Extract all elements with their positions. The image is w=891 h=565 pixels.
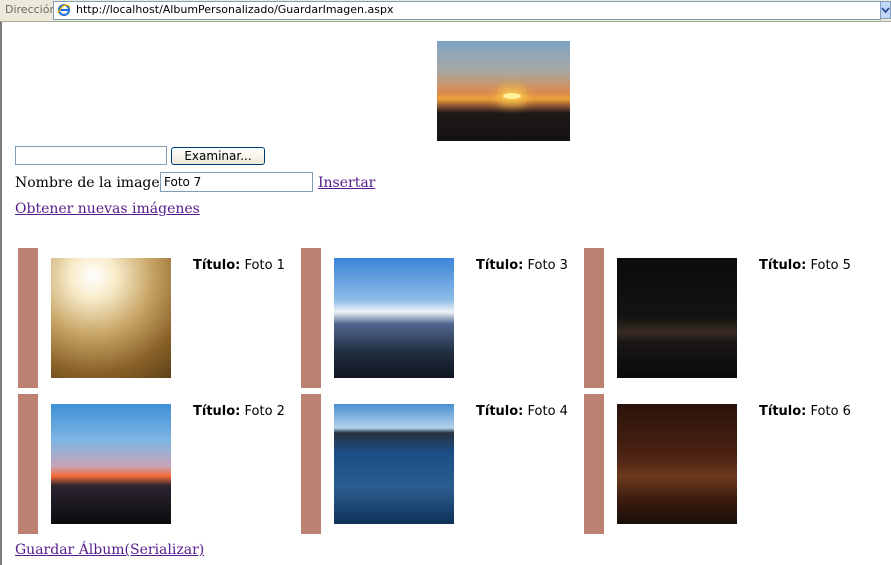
save-album-link[interactable]: Guardar Álbum(Serializar) — [15, 542, 204, 558]
card-bar — [18, 394, 38, 534]
title-value: Foto 6 — [810, 404, 851, 419]
window-edge — [0, 22, 2, 565]
address-bar: Dirección http://localhost/AlbumPersonal… — [0, 0, 891, 22]
ie-page-icon — [57, 4, 71, 16]
title-prefix: Título: — [476, 404, 524, 419]
card-bar — [301, 248, 321, 388]
photo-card: Título: Foto 5 — [581, 248, 864, 388]
title-prefix: Título: — [193, 258, 241, 273]
photo-thumbnail[interactable] — [51, 258, 171, 378]
obtain-images-link[interactable]: Obtener nuevas imágenes — [15, 201, 200, 217]
title-value: Foto 1 — [244, 258, 285, 273]
photo-thumbnail[interactable] — [51, 404, 171, 524]
address-url[interactable]: http://localhost/AlbumPersonalizado/Guar… — [76, 3, 393, 16]
title-prefix: Título: — [759, 404, 807, 419]
photo-title: Título: Foto 1 — [193, 258, 285, 273]
card-bar — [584, 394, 604, 534]
photo-thumbnail[interactable] — [617, 404, 737, 524]
title-value: Foto 2 — [244, 404, 285, 419]
chevron-down-icon — [881, 7, 890, 14]
photo-title: Título: Foto 2 — [193, 404, 285, 419]
photo-card: Título: Foto 1 — [15, 248, 298, 388]
photo-card: Título: Foto 2 — [15, 394, 298, 534]
photo-card: Título: Foto 4 — [298, 394, 581, 534]
title-prefix: Título: — [193, 404, 241, 419]
address-field[interactable]: http://localhost/AlbumPersonalizado/Guar… — [53, 1, 881, 20]
photo-thumbnail[interactable] — [617, 258, 737, 378]
title-prefix: Título: — [759, 258, 807, 273]
preview-sun — [503, 93, 521, 99]
card-bar — [18, 248, 38, 388]
photo-thumbnail[interactable] — [334, 258, 454, 378]
browse-button[interactable]: Examinar... — [171, 147, 265, 165]
image-name-label: Nombre de la imagen — [15, 175, 169, 191]
title-value: Foto 3 — [527, 258, 568, 273]
photo-title: Título: Foto 4 — [476, 404, 568, 419]
card-bar — [301, 394, 321, 534]
title-value: Foto 4 — [527, 404, 568, 419]
title-prefix: Título: — [476, 258, 524, 273]
photo-title: Título: Foto 6 — [759, 404, 851, 419]
photo-card: Título: Foto 3 — [298, 248, 581, 388]
photo-card: Título: Foto 6 — [581, 394, 864, 534]
preview-image — [437, 41, 570, 141]
photo-title: Título: Foto 5 — [759, 258, 851, 273]
photo-title: Título: Foto 3 — [476, 258, 568, 273]
photo-thumbnail[interactable] — [334, 404, 454, 524]
image-name-input[interactable]: Foto 7 — [160, 172, 313, 192]
file-path-input[interactable] — [15, 146, 167, 165]
address-label: Dirección — [5, 3, 57, 16]
title-value: Foto 5 — [810, 258, 851, 273]
card-bar — [584, 248, 604, 388]
insert-link[interactable]: Insertar — [318, 175, 375, 191]
address-dropdown-button[interactable] — [880, 1, 891, 19]
